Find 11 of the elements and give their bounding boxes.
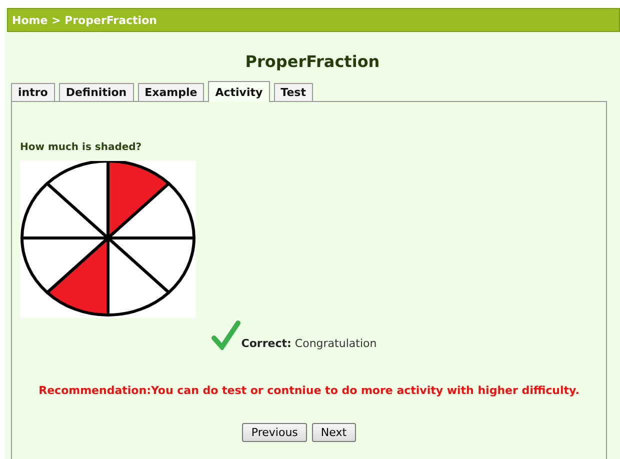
question-text: How much is shaded? [20,142,143,153]
tab[interactable]: Example [138,83,204,101]
tab[interactable]: intro [11,83,55,101]
tab[interactable]: Definition [58,83,134,101]
feedback-text: Correct: Congratulation [241,337,377,350]
page-title: ProperFraction [244,52,381,71]
nav-button[interactable]: Next [312,423,356,442]
nav-button[interactable]: Previous [242,423,307,442]
tab[interactable]: Test [274,83,313,101]
tab[interactable]: Activity [208,81,270,102]
recommendation-text: Recommendation:You can do test or contniue to do more activity with higher difficulty. [38,384,580,397]
